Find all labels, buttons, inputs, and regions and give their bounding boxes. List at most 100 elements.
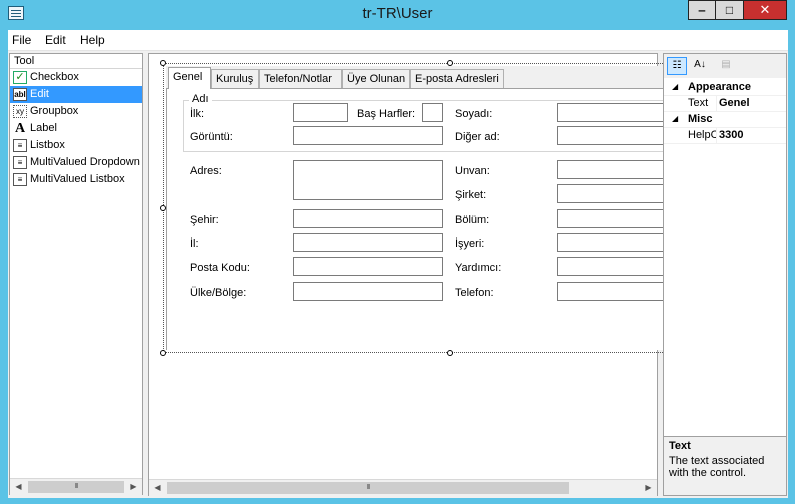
description-text: The text associated with the control. — [669, 455, 765, 479]
tool-label: Groupbox — [30, 105, 79, 117]
tab-uye-olunan[interactable]: Üye Olunan — [342, 69, 410, 88]
country-label: Ülke/Bölge: — [190, 287, 247, 299]
title-field[interactable] — [557, 160, 667, 179]
tool-label: Checkbox — [30, 71, 79, 83]
scroll-right-icon[interactable]: ▶ — [125, 479, 142, 495]
alphabetical-view-button[interactable]: A↓ — [690, 57, 710, 75]
tab-eposta-adresleri[interactable]: E-posta Adresleri — [410, 69, 504, 88]
tool-checkbox[interactable]: ✓ Checkbox — [10, 69, 142, 86]
tool-edit[interactable]: abl Edit — [10, 86, 142, 103]
first-name-field[interactable] — [293, 103, 348, 122]
initials-field[interactable] — [422, 103, 443, 122]
description-title: Text — [669, 440, 691, 452]
categorized-view-button[interactable]: ☷ — [667, 57, 687, 75]
resize-handle-bottom[interactable] — [447, 350, 453, 356]
menu-bar: File Edit Help — [8, 30, 788, 51]
scroll-right-icon[interactable]: ▶ — [640, 480, 657, 496]
scroll-thumb[interactable]: III — [167, 482, 569, 494]
phone-label: Telefon: — [455, 287, 494, 299]
category-misc[interactable]: ◢ Misc — [664, 112, 786, 128]
title-label: Unvan: — [455, 165, 490, 177]
property-value[interactable]: Genel — [719, 97, 750, 109]
province-label: İl: — [190, 238, 199, 250]
scroll-left-icon[interactable]: ◀ — [10, 479, 27, 495]
tool-groupbox[interactable]: xy Groupbox — [10, 103, 142, 120]
city-field[interactable] — [293, 209, 443, 228]
assistant-field[interactable] — [557, 257, 667, 276]
window-title: tr-TR\User — [362, 5, 433, 22]
toolbox-header: Tool — [10, 54, 142, 69]
address-label: Adres: — [190, 165, 222, 177]
property-value[interactable]: 3300 — [719, 129, 743, 141]
close-button[interactable]: ✕ — [743, 0, 787, 20]
menu-file[interactable]: File — [12, 33, 31, 47]
maximize-button[interactable]: □ — [715, 0, 744, 20]
department-field[interactable] — [557, 209, 667, 228]
menu-edit[interactable]: Edit — [45, 33, 66, 47]
property-row-helpcontext[interactable]: HelpC 3300 — [664, 128, 786, 144]
checkbox-icon: ✓ — [13, 71, 27, 84]
tab-control: Genel Kuruluş Telefon/Notlar Üye Olunan … — [166, 66, 667, 350]
initials-label: Baş Harfler: — [357, 108, 416, 120]
tool-label: MultiValued Dropdown — [30, 156, 140, 168]
phone-field[interactable] — [557, 282, 667, 301]
property-description-pane: Text The text associated with the contro… — [664, 436, 786, 495]
other-name-field[interactable] — [557, 126, 667, 145]
edit-icon: abl — [13, 88, 27, 101]
department-label: Bölüm: — [455, 214, 490, 226]
tab-genel[interactable]: Genel — [168, 67, 211, 89]
name-group-title: Adı — [189, 93, 212, 105]
property-divider — [716, 96, 717, 112]
property-row-text[interactable]: Text Genel — [664, 96, 786, 112]
tab-kurulus[interactable]: Kuruluş — [211, 69, 259, 88]
property-pages-button[interactable]: ▤ — [716, 57, 736, 75]
properties-panel: ☷ A↓ ▤ ◢ Appearance Text Genel ◢ Misc He… — [663, 53, 787, 496]
categorized-icon: ☷ — [672, 60, 682, 71]
tool-multivalued-dropdown[interactable]: ≡ MultiValued Dropdown — [10, 154, 142, 171]
last-name-field[interactable] — [557, 103, 667, 122]
canvas-horizontal-scrollbar[interactable]: ◀ III ▶ — [149, 479, 657, 496]
property-name: HelpC — [688, 129, 716, 141]
toolbox-horizontal-scrollbar[interactable]: ◀ III ▶ — [10, 478, 142, 495]
scroll-left-icon[interactable]: ◀ — [149, 480, 166, 496]
toolbox-panel: Tool ✓ Checkbox abl Edit xy Groupbox A L… — [9, 53, 143, 495]
tool-multivalued-listbox[interactable]: ≡ MultiValued Listbox — [10, 171, 142, 188]
resize-handle-bottom-left[interactable] — [160, 350, 166, 356]
display-name-field[interactable] — [293, 126, 443, 145]
company-label: Şirket: — [455, 189, 487, 201]
postal-code-field[interactable] — [293, 257, 443, 276]
tool-listbox[interactable]: ≡ Listbox — [10, 137, 142, 154]
minimize-button[interactable]: ‒ — [688, 0, 716, 20]
designer-canvas: Genel Kuruluş Telefon/Notlar Üye Olunan … — [148, 53, 693, 496]
scroll-thumb[interactable]: III — [28, 481, 124, 493]
collapse-icon: ◢ — [672, 82, 679, 91]
company-field[interactable] — [557, 184, 667, 203]
office-label: İşyeri: — [455, 238, 485, 250]
postal-code-label: Posta Kodu: — [190, 262, 250, 274]
office-field[interactable] — [557, 233, 667, 252]
tool-label: MultiValued Listbox — [30, 173, 125, 185]
last-name-label: Soyadı: — [455, 108, 493, 120]
category-name: Appearance — [688, 81, 751, 93]
tab-page-genel: Adı İlk: Baş Harfler: Soyadı: Görüntü: D… — [166, 88, 667, 350]
tab-telefon-notlar[interactable]: Telefon/Notlar — [259, 69, 342, 88]
category-appearance[interactable]: ◢ Appearance — [664, 80, 786, 96]
property-pages-icon: ▤ — [721, 59, 731, 70]
other-name-label: Diğer ad: — [455, 131, 500, 143]
tool-label: Listbox — [30, 139, 65, 151]
category-name: Misc — [688, 113, 713, 125]
title-bar: tr-TR\User ‒ □ ✕ — [0, 0, 795, 30]
province-field[interactable] — [293, 233, 443, 252]
collapse-icon: ◢ — [672, 114, 679, 123]
tool-label: Label — [30, 122, 57, 134]
label-icon: A — [14, 121, 26, 136]
country-field[interactable] — [293, 282, 443, 301]
assistant-label: Yardımcı: — [455, 262, 502, 274]
multivalued-dropdown-icon: ≡ — [13, 156, 27, 169]
menu-help[interactable]: Help — [80, 33, 105, 47]
property-name: Text — [688, 97, 709, 109]
tool-label: Edit — [30, 88, 49, 100]
tool-label[interactable]: A Label — [10, 120, 142, 137]
address-field[interactable] — [293, 160, 443, 200]
property-divider — [716, 128, 717, 144]
